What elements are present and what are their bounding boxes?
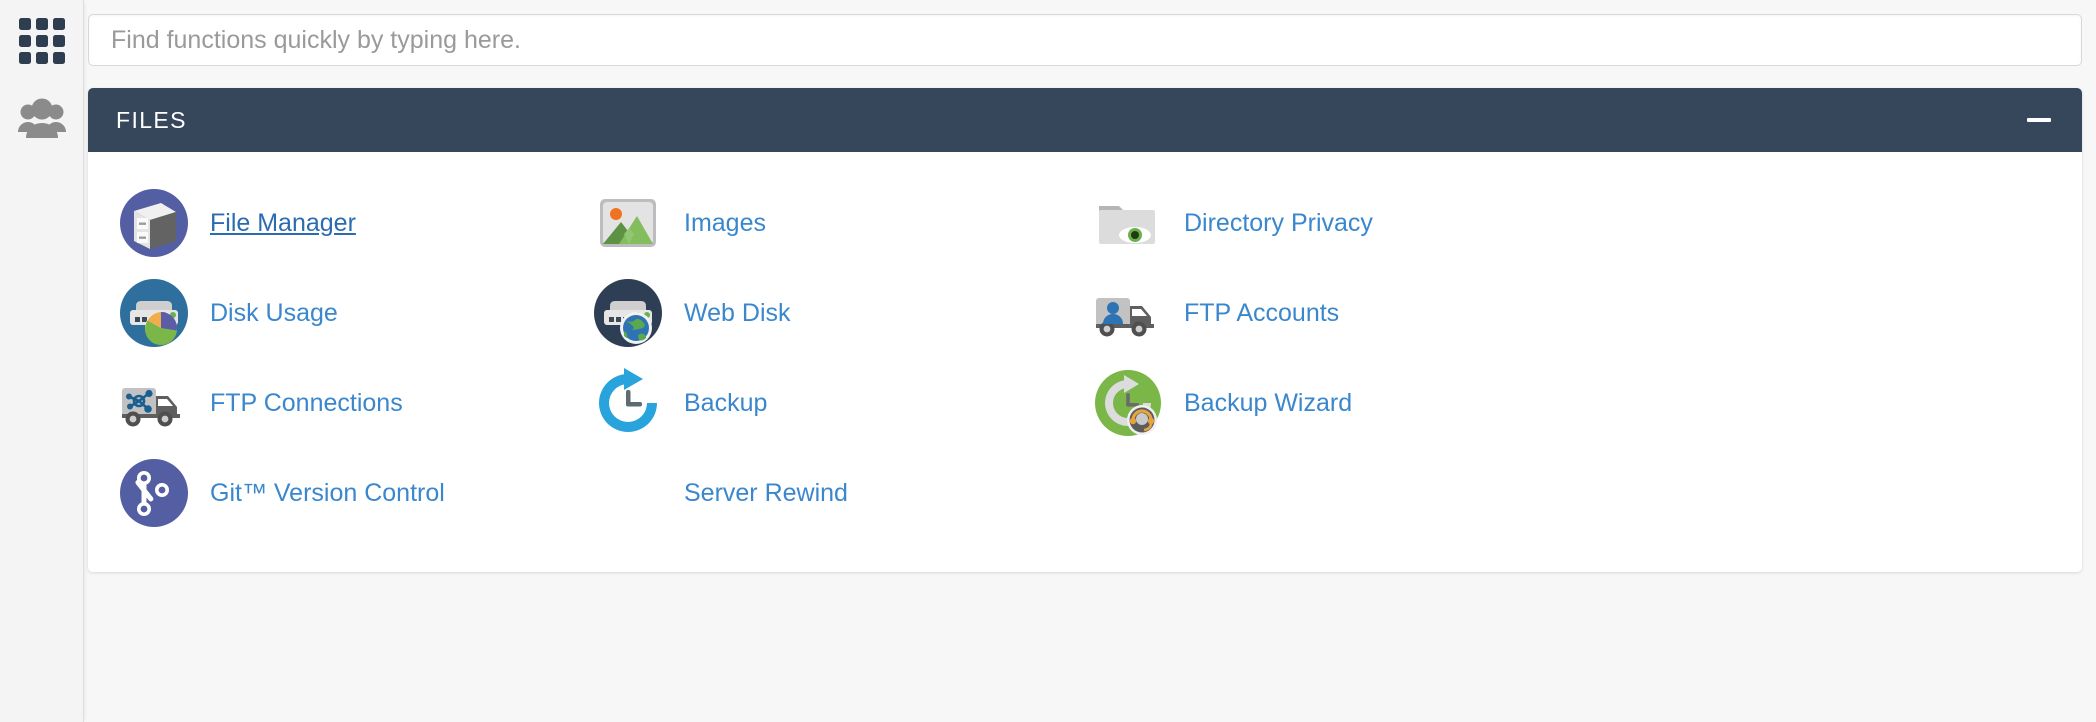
files-item-label[interactable]: FTP Connections xyxy=(210,389,403,418)
directory-privacy-icon xyxy=(1088,183,1168,263)
ftp-accounts-icon xyxy=(1088,273,1168,353)
files-item-label[interactable]: FTP Accounts xyxy=(1184,299,1339,328)
main-content: FILES xyxy=(84,0,2096,722)
ftp-connections-icon xyxy=(114,363,194,443)
apps-grid-icon xyxy=(19,18,65,64)
sidebar-item-apps[interactable] xyxy=(0,2,84,80)
files-row: Git™ Version Control Server Rewind xyxy=(88,448,2082,538)
files-row: Disk Usage xyxy=(88,268,2082,358)
files-row: FTP Connections Bac xyxy=(88,358,2082,448)
files-item-file-manager[interactable]: File Manager xyxy=(88,178,588,268)
images-icon xyxy=(588,183,668,263)
files-panel-header[interactable]: FILES xyxy=(88,88,2082,152)
files-item-backup[interactable]: Backup xyxy=(588,358,1088,448)
files-item-label[interactable]: Server Rewind xyxy=(684,479,848,508)
files-item-label[interactable]: Backup Wizard xyxy=(1184,389,1352,418)
files-item-label[interactable]: Git™ Version Control xyxy=(210,479,445,508)
panel-title: FILES xyxy=(116,107,187,134)
search-input[interactable] xyxy=(88,14,2082,66)
files-item-images[interactable]: Images xyxy=(588,178,1088,268)
files-item-disk-usage[interactable]: Disk Usage xyxy=(88,268,588,358)
files-item-ftp-connections[interactable]: FTP Connections xyxy=(88,358,588,448)
left-sidebar xyxy=(0,0,84,722)
files-item-label[interactable]: Backup xyxy=(684,389,767,418)
web-disk-icon xyxy=(588,273,668,353)
search-bar xyxy=(88,14,2078,66)
files-item-web-disk[interactable]: Web Disk xyxy=(588,268,1088,358)
files-item-label[interactable]: Web Disk xyxy=(684,299,791,328)
backup-icon xyxy=(588,363,668,443)
files-item-backup-wizard[interactable]: Backup Wizard xyxy=(1088,358,1648,448)
users-icon xyxy=(17,98,67,140)
files-item-ftp-accounts[interactable]: FTP Accounts xyxy=(1088,268,1648,358)
files-item-directory-privacy[interactable]: Directory Privacy xyxy=(1088,178,1648,268)
file-manager-icon xyxy=(114,183,194,263)
backup-wizard-icon xyxy=(1088,363,1168,443)
sidebar-item-user-manager[interactable] xyxy=(0,80,84,158)
files-item-git-version-control[interactable]: Git™ Version Control xyxy=(88,448,588,538)
collapse-panel-button[interactable] xyxy=(2024,105,2054,135)
files-item-label[interactable]: Disk Usage xyxy=(210,299,338,328)
files-row: File Manager xyxy=(88,178,2082,268)
files-item-label[interactable]: Images xyxy=(684,209,766,238)
minus-icon xyxy=(2027,118,2051,122)
files-item-label[interactable]: Directory Privacy xyxy=(1184,209,1373,238)
files-item-label[interactable]: File Manager xyxy=(210,209,356,238)
git-icon xyxy=(114,453,194,533)
files-item-server-rewind[interactable]: Server Rewind xyxy=(588,448,1088,538)
cpanel-page: FILES xyxy=(0,0,2096,722)
files-row-spacer xyxy=(1088,448,1648,538)
disk-usage-icon xyxy=(114,273,194,353)
files-panel-body: File Manager xyxy=(88,152,2082,572)
files-panel: FILES xyxy=(88,88,2082,572)
